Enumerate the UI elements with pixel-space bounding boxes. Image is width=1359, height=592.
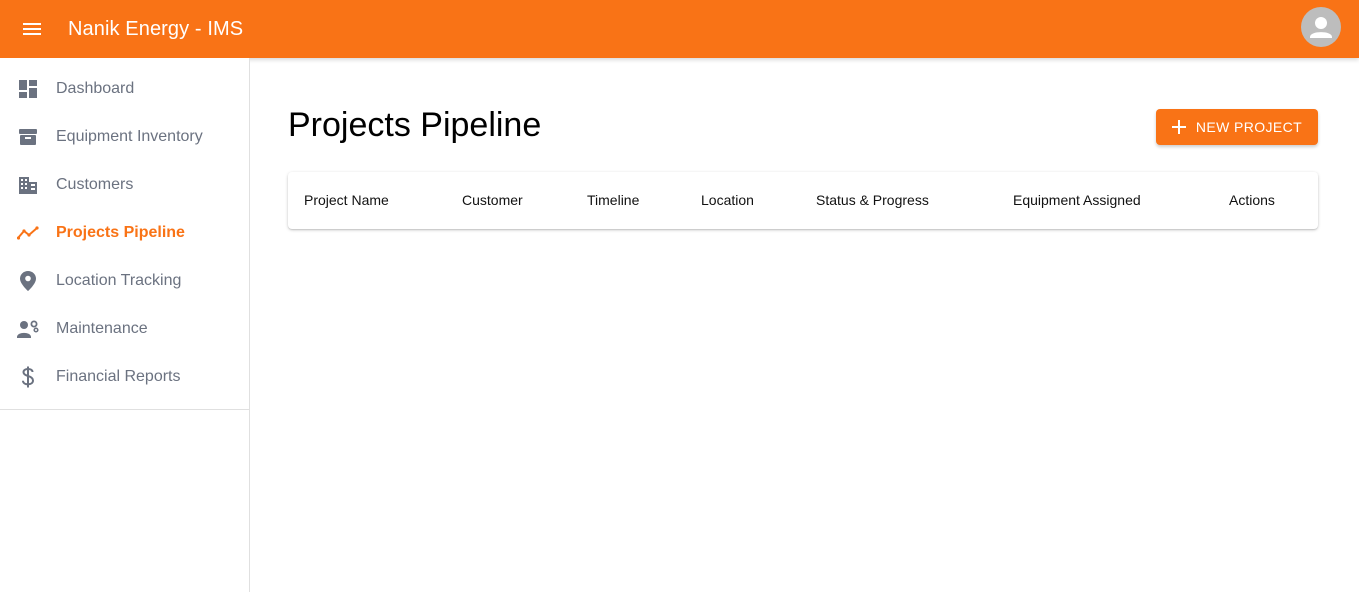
page-title: Projects Pipeline xyxy=(288,106,542,144)
app-bar: Nanik Energy - IMS xyxy=(0,0,1359,58)
sidebar-item-label: Dashboard xyxy=(56,80,135,97)
column-header-timeline[interactable]: Timeline xyxy=(587,192,639,208)
sidebar-item-financial-reports[interactable]: Financial Reports xyxy=(0,353,249,401)
sidebar-item-label: Customers xyxy=(56,176,134,193)
sidebar-item-projects-pipeline[interactable]: Projects Pipeline xyxy=(0,209,249,257)
sidebar-item-label: Financial Reports xyxy=(56,368,181,385)
sidebar-item-label: Location Tracking xyxy=(56,272,182,289)
sidebar-item-customers[interactable]: Customers xyxy=(0,161,249,209)
timeline-icon xyxy=(16,221,40,245)
column-header-customer[interactable]: Customer xyxy=(462,192,523,208)
engineering-icon xyxy=(16,317,40,341)
dashboard-icon xyxy=(16,77,40,101)
sidebar-item-label: Projects Pipeline xyxy=(56,224,185,241)
projects-table: Project Name Customer Timeline Location … xyxy=(288,172,1318,229)
sidebar: Dashboard Equipment Inventory Customers … xyxy=(0,58,250,592)
sidebar-item-dashboard[interactable]: Dashboard xyxy=(0,65,249,113)
dollar-icon xyxy=(16,365,40,389)
column-header-project-name[interactable]: Project Name xyxy=(304,192,389,208)
sidebar-nav: Dashboard Equipment Inventory Customers … xyxy=(0,58,249,410)
sidebar-item-maintenance[interactable]: Maintenance xyxy=(0,305,249,353)
column-header-equipment-assigned[interactable]: Equipment Assigned xyxy=(1013,192,1141,208)
new-project-label: NEW PROJECT xyxy=(1195,119,1303,135)
user-avatar-icon[interactable] xyxy=(1301,7,1341,47)
archive-icon xyxy=(16,125,40,149)
new-project-button[interactable]: NEW PROJECT xyxy=(1156,109,1318,145)
sidebar-item-label: Maintenance xyxy=(56,320,148,337)
sidebar-item-location-tracking[interactable]: Location Tracking xyxy=(0,257,249,305)
sidebar-item-equipment-inventory[interactable]: Equipment Inventory xyxy=(0,113,249,161)
building-icon xyxy=(16,173,40,197)
main-content: Projects Pipeline NEW PROJECT Project Na… xyxy=(250,58,1359,592)
sidebar-item-label: Equipment Inventory xyxy=(56,128,203,145)
column-header-actions: Actions xyxy=(1229,192,1275,208)
column-header-status-progress[interactable]: Status & Progress xyxy=(816,192,929,208)
column-header-location[interactable]: Location xyxy=(701,192,754,208)
location-pin-icon xyxy=(16,269,40,293)
plus-icon xyxy=(1171,120,1186,134)
app-title: Nanik Energy - IMS xyxy=(68,17,244,40)
menu-icon[interactable] xyxy=(20,17,44,41)
